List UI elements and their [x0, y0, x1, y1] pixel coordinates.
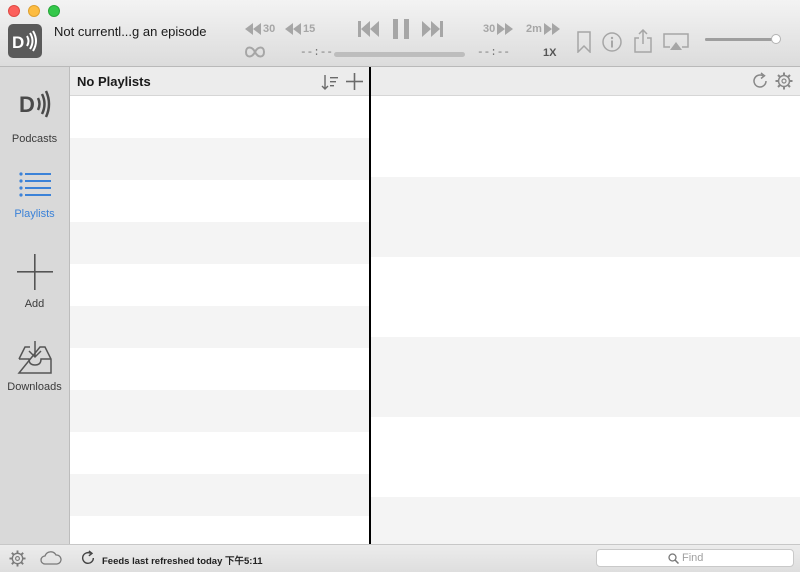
svg-text:D: D — [12, 33, 24, 52]
gear-icon — [775, 72, 793, 90]
skip-back-15-label: 15 — [303, 23, 316, 35]
skip-back-15-icon — [285, 23, 301, 35]
list-row-stripe — [70, 306, 369, 348]
sort-button[interactable] — [321, 74, 339, 95]
pause-icon — [393, 19, 409, 39]
list-row-stripe — [70, 474, 369, 516]
playback-speed-button[interactable]: 1X — [543, 47, 556, 59]
skip-forward-30-label: 30 — [483, 23, 496, 35]
sidebar-item-label: Playlists — [14, 208, 55, 220]
downloads-icon — [16, 341, 52, 374]
search-input[interactable] — [682, 552, 722, 564]
sort-icon — [321, 75, 338, 90]
next-icon — [422, 21, 443, 37]
airplay-icon — [663, 33, 689, 50]
skip-forward-2m-icon — [543, 23, 560, 35]
podcasts-icon: D — [19, 90, 50, 118]
status-bar: Feeds last refreshed today 下午5:11 — [0, 544, 800, 572]
close-window-button[interactable] — [8, 5, 20, 17]
skip-forward-30-button[interactable]: 30 — [483, 23, 514, 35]
refresh-button[interactable] — [751, 72, 769, 95]
plus-icon — [346, 73, 363, 90]
player-toolbar: D Not currentl...g an episode 30 15 30 2… — [0, 0, 800, 67]
gear-icon — [9, 550, 26, 567]
sidebar: D Podcasts Playlists Add Downloads — [0, 67, 70, 544]
cloud-sync-button[interactable] — [40, 551, 62, 570]
playlists-header: No Playlists — [70, 67, 369, 96]
list-row-stripe — [371, 337, 800, 417]
pause-button[interactable] — [392, 19, 410, 39]
minimize-window-button[interactable] — [28, 5, 40, 17]
playlists-icon — [18, 172, 51, 197]
refresh-icon — [753, 72, 767, 88]
sidebar-item-podcasts[interactable]: D Podcasts — [0, 87, 69, 145]
now-playing-title: Not currentl...g an episode — [54, 24, 207, 39]
svg-text:D: D — [19, 92, 35, 117]
sidebar-item-playlists[interactable]: Playlists — [0, 171, 69, 220]
list-row-stripe — [371, 177, 800, 257]
list-row-stripe — [70, 390, 369, 432]
share-button[interactable] — [634, 29, 652, 53]
sidebar-item-label: Add — [24, 298, 45, 310]
time-elapsed: --:-- — [300, 47, 334, 59]
panel-settings-button[interactable] — [775, 72, 793, 95]
list-row-stripe — [70, 222, 369, 264]
add-playlist-button[interactable] — [346, 73, 363, 95]
skip-back-30-button[interactable]: 30 — [245, 23, 275, 35]
episodes-panel — [371, 67, 800, 544]
info-button[interactable] — [602, 32, 622, 52]
loop-button[interactable] — [245, 46, 265, 58]
playlists-panel: No Playlists — [70, 67, 369, 544]
search-icon — [668, 552, 679, 564]
loop-icon — [245, 46, 265, 58]
previous-icon — [358, 21, 379, 37]
list-row-stripe — [70, 138, 369, 180]
skip-forward-30-icon — [497, 23, 514, 35]
find-field[interactable] — [596, 549, 794, 567]
app-icon: D — [8, 24, 42, 58]
playlists-title: No Playlists — [77, 74, 151, 89]
plus-icon — [16, 254, 53, 290]
volume-knob[interactable] — [771, 34, 781, 44]
skip-forward-2m-button[interactable]: 2m — [526, 23, 560, 35]
airplay-button[interactable] — [663, 33, 689, 51]
zoom-window-button[interactable] — [48, 5, 60, 17]
skip-back-15-button[interactable]: 15 — [285, 23, 315, 35]
bookmark-icon — [577, 31, 591, 53]
refresh-icon — [81, 550, 95, 564]
time-remaining: --:-- — [477, 47, 511, 59]
episodes-header — [371, 67, 800, 96]
previous-button[interactable] — [358, 21, 380, 37]
volume-slider[interactable] — [705, 34, 781, 44]
cloud-icon — [40, 551, 62, 565]
sidebar-item-label: Downloads — [7, 381, 62, 393]
sidebar-item-label: Podcasts — [11, 133, 58, 145]
sidebar-item-downloads[interactable]: Downloads — [0, 339, 69, 393]
progress-bar[interactable] — [334, 52, 465, 57]
list-row-stripe — [371, 497, 800, 544]
next-button[interactable] — [421, 21, 443, 37]
volume-level — [705, 38, 773, 41]
bookmark-button[interactable] — [577, 31, 591, 53]
info-icon — [602, 32, 622, 52]
refresh-feeds-button[interactable] — [80, 550, 96, 571]
settings-button[interactable] — [9, 550, 26, 572]
skip-forward-2m-label: 2m — [526, 23, 542, 35]
sidebar-item-add[interactable]: Add — [0, 253, 69, 310]
refresh-status-text: Feeds last refreshed today 下午5:11 — [102, 556, 263, 567]
skip-back-30-label: 30 — [263, 23, 276, 35]
share-icon — [634, 29, 652, 53]
skip-back-30-icon — [245, 23, 261, 35]
